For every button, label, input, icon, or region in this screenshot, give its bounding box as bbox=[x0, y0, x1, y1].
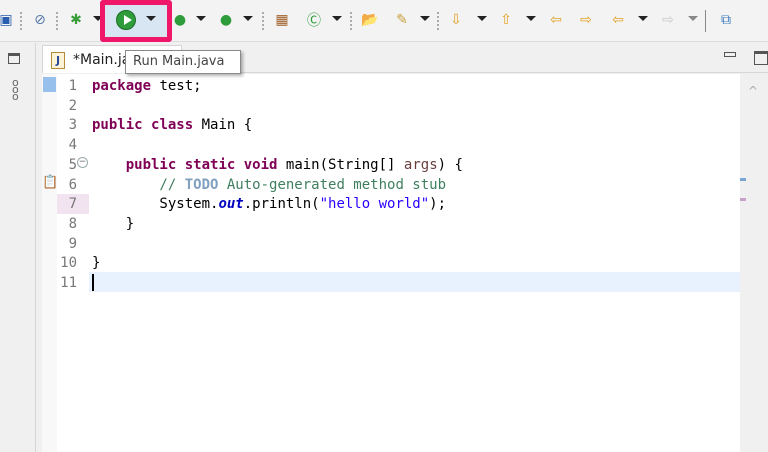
java-file-icon: J bbox=[51, 52, 65, 69]
code-line[interactable]: public static void main(String[] args) { bbox=[92, 155, 463, 175]
external-tools-dropdown[interactable] bbox=[243, 16, 253, 21]
code-editor[interactable]: 📋 1 package test; 2 3 public class Main {4 5 … bbox=[42, 74, 768, 452]
external-tools-icon[interactable]: ● bbox=[216, 10, 236, 30]
new-class-dropdown[interactable] bbox=[332, 16, 342, 21]
bookmark-marker bbox=[43, 77, 56, 92]
toolbar-separator bbox=[20, 12, 22, 30]
code-token: Main { bbox=[193, 117, 253, 134]
code-token: } bbox=[92, 215, 135, 232]
task-marker-icon: 📋 bbox=[42, 175, 59, 190]
toolbar-separator bbox=[437, 12, 439, 30]
toolbar-separator bbox=[705, 10, 706, 32]
code-line[interactable]: package test; bbox=[92, 76, 202, 96]
code-line[interactable]: public class Main { bbox=[92, 115, 252, 135]
run-icon[interactable] bbox=[116, 10, 136, 30]
console-icon[interactable]: ▣ bbox=[0, 10, 16, 30]
overview-marker bbox=[740, 198, 746, 201]
run-dropdown[interactable] bbox=[146, 16, 156, 21]
text-caret bbox=[92, 274, 94, 291]
toolbar-separator bbox=[350, 12, 352, 30]
code-token: .println( bbox=[243, 196, 320, 213]
code-token: test; bbox=[151, 78, 202, 94]
restore-icon[interactable] bbox=[8, 53, 20, 64]
line-number: 9 bbox=[68, 235, 77, 252]
fold-collapse-icon[interactable]: − bbox=[77, 157, 88, 168]
forward-icon[interactable]: ⇨ bbox=[658, 10, 678, 30]
code-line[interactable]: // TODO Auto-generated method stub bbox=[92, 175, 446, 195]
code-token: System. bbox=[92, 196, 219, 213]
scroll-up-icon[interactable]: ^ bbox=[748, 84, 758, 98]
code-line[interactable]: } bbox=[92, 253, 100, 273]
code-token: Auto-generated method stub bbox=[218, 176, 447, 193]
last-edit-location-icon[interactable]: ⇦ bbox=[546, 10, 566, 30]
code-token: ); bbox=[429, 196, 447, 213]
line-number: 2 bbox=[68, 97, 77, 114]
code-token: public bbox=[125, 156, 177, 173]
line-number: 1 bbox=[68, 78, 77, 94]
code-token: // bbox=[92, 176, 185, 193]
outline-icon[interactable]: ooo bbox=[12, 77, 19, 102]
line-number: 3 bbox=[68, 117, 77, 134]
next-annotation-dropdown[interactable] bbox=[477, 16, 487, 21]
previous-annotation-icon[interactable]: ⇧ bbox=[496, 10, 516, 30]
forward-dropdown[interactable] bbox=[688, 16, 698, 21]
run-tooltip: Run Main.java bbox=[125, 50, 241, 74]
code-token: main(String[] bbox=[277, 156, 404, 173]
debug-icon[interactable]: ✱ bbox=[66, 10, 86, 30]
open-perspective-icon[interactable]: ⧉ bbox=[716, 10, 736, 30]
line-number: 10 bbox=[60, 255, 77, 272]
minimize-icon[interactable] bbox=[724, 52, 736, 57]
new-java-package-icon[interactable]: ▦ bbox=[272, 10, 292, 30]
search-dropdown[interactable] bbox=[420, 16, 430, 21]
code-token: out bbox=[218, 196, 244, 213]
annotation-ruler: 📋 bbox=[42, 74, 59, 452]
code-token: package bbox=[92, 78, 152, 94]
next-annotation-icon[interactable]: ⇩ bbox=[446, 10, 466, 30]
skip-breakpoints-icon[interactable]: ⊘ bbox=[30, 10, 50, 30]
code-token: class bbox=[151, 117, 194, 134]
maximize-icon[interactable] bbox=[754, 51, 768, 65]
open-type-icon[interactable]: 📂 bbox=[360, 10, 380, 30]
code-line[interactable]: } bbox=[92, 214, 134, 234]
code-token: public bbox=[92, 117, 143, 134]
toolbar-separator bbox=[262, 12, 264, 30]
toolbar-separator bbox=[56, 12, 58, 30]
overview-ruler[interactable]: ^ bbox=[740, 74, 768, 452]
code-token: TODO bbox=[184, 176, 219, 193]
line-number: 6 bbox=[68, 176, 77, 193]
code-token: args bbox=[403, 156, 438, 173]
current-line-highlight bbox=[89, 272, 741, 292]
code-token: ) { bbox=[437, 156, 463, 173]
code-token: static bbox=[184, 156, 236, 173]
coverage-dropdown[interactable] bbox=[196, 16, 206, 21]
task-overview-marker bbox=[740, 178, 746, 181]
left-panel: ooo bbox=[0, 43, 36, 452]
search-icon[interactable]: ✎ bbox=[392, 10, 412, 30]
code-token: } bbox=[92, 255, 101, 272]
line-number: 11 bbox=[60, 275, 77, 291]
line-number: 4 bbox=[68, 137, 77, 154]
main-toolbar: ▣ ⊘ ✱ ● ● ▦ Ⓒ 📂 ✎ ⇩ ⇧ ⇦ ⇨ ⇦ ⇨ ⧉ bbox=[0, 0, 768, 42]
coverage-icon[interactable]: ● bbox=[170, 10, 190, 30]
forward-edit-icon[interactable]: ⇨ bbox=[576, 10, 596, 30]
previous-annotation-dropdown[interactable] bbox=[526, 16, 536, 21]
run-button-highlight bbox=[100, 0, 172, 42]
code-line[interactable]: System.out.println("hello world"); bbox=[92, 194, 446, 214]
line-number: 7 bbox=[68, 196, 77, 213]
back-icon[interactable]: ⇦ bbox=[608, 10, 628, 30]
back-dropdown[interactable] bbox=[638, 16, 648, 21]
code-token: void bbox=[243, 156, 278, 173]
line-number: 8 bbox=[68, 215, 77, 232]
code-token: "hello world" bbox=[319, 196, 430, 213]
new-java-class-icon[interactable]: Ⓒ bbox=[304, 10, 324, 30]
